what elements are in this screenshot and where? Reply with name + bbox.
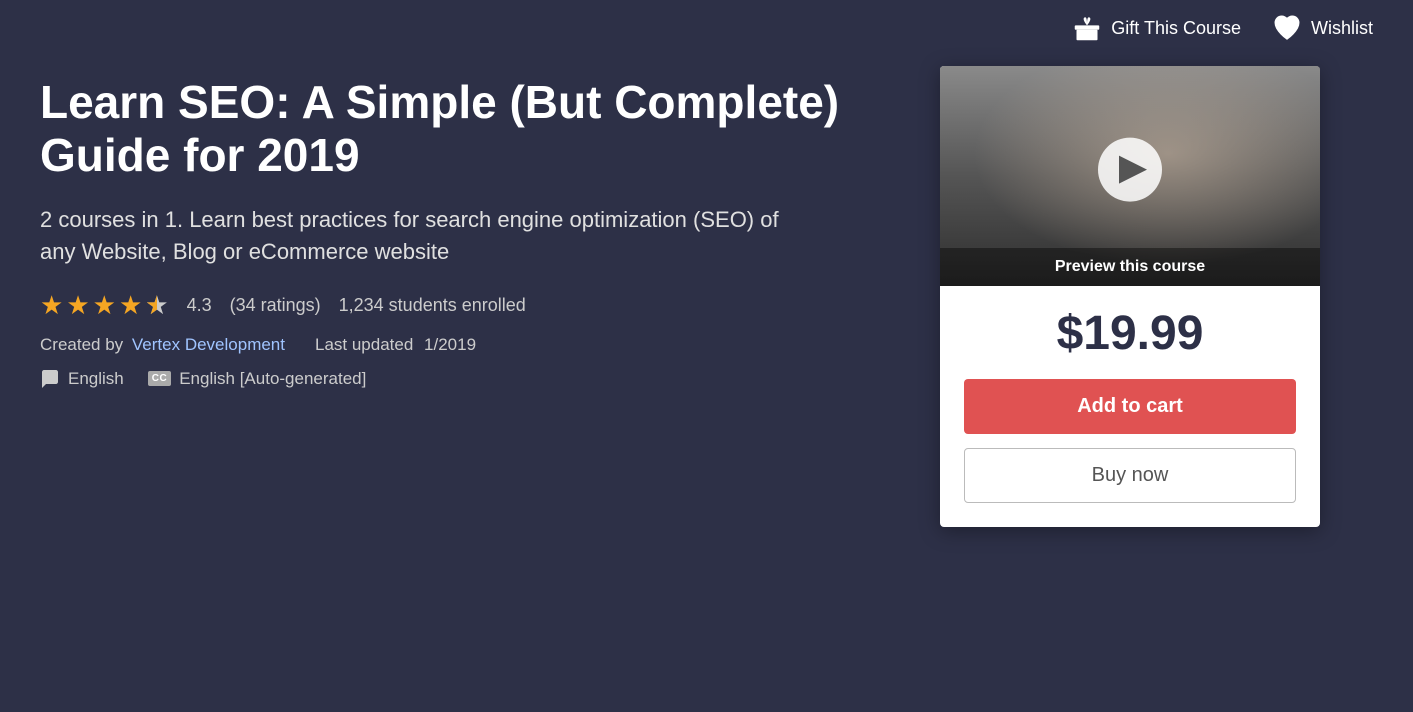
language-item: English [40, 369, 124, 389]
main-content: Learn SEO: A Simple (But Complete) Guide… [0, 56, 1413, 557]
last-updated: Last updated 1/2019 [315, 335, 476, 355]
star-1: ★ [40, 290, 63, 321]
wishlist-button[interactable]: Wishlist [1273, 14, 1373, 42]
star-4: ★ [119, 290, 142, 321]
rating-count: (34 ratings) [230, 295, 321, 316]
course-title: Learn SEO: A Simple (But Complete) Guide… [40, 76, 900, 182]
speech-bubble-icon [40, 369, 60, 389]
preview-video[interactable]: Preview this course [940, 66, 1320, 286]
cc-language-text: English [Auto-generated] [179, 369, 366, 389]
left-panel: Learn SEO: A Simple (But Complete) Guide… [40, 66, 900, 527]
course-card: Preview this course $19.99 Add to cart B… [940, 66, 1320, 527]
preview-label: Preview this course [940, 248, 1320, 286]
add-to-cart-button[interactable]: Add to cart [964, 379, 1296, 434]
price: $19.99 [964, 306, 1296, 361]
star-rating: ★ ★ ★ ★ ★★ [40, 290, 169, 321]
buy-now-button[interactable]: Buy now [964, 448, 1296, 503]
wishlist-label: Wishlist [1311, 18, 1373, 39]
star-3: ★ [93, 290, 116, 321]
rating-value: 4.3 [187, 295, 212, 316]
created-by-label: Created by Vertex Development [40, 335, 285, 355]
gift-course-button[interactable]: Gift This Course [1073, 14, 1241, 42]
heart-icon [1273, 14, 1301, 42]
cc-badge: CC [148, 371, 171, 386]
star-2: ★ [66, 290, 89, 321]
top-bar: Gift This Course Wishlist [0, 0, 1413, 56]
meta-row: Created by Vertex Development Last updat… [40, 335, 900, 355]
star-5: ★★ [145, 290, 168, 321]
course-subtitle: 2 courses in 1. Learn best practices for… [40, 204, 780, 268]
language-row: English CC English [Auto-generated] [40, 369, 900, 389]
cc-language-item: CC English [Auto-generated] [148, 369, 367, 389]
gift-course-label: Gift This Course [1111, 18, 1241, 39]
students-enrolled: 1,234 students enrolled [339, 295, 526, 316]
gift-icon [1073, 14, 1101, 42]
card-body: $19.99 Add to cart Buy now [940, 286, 1320, 527]
rating-row: ★ ★ ★ ★ ★★ 4.3 (34 ratings) 1,234 studen… [40, 290, 900, 321]
language-text: English [68, 369, 124, 389]
author-name: Vertex Development [132, 335, 285, 354]
play-button[interactable] [1098, 138, 1162, 202]
